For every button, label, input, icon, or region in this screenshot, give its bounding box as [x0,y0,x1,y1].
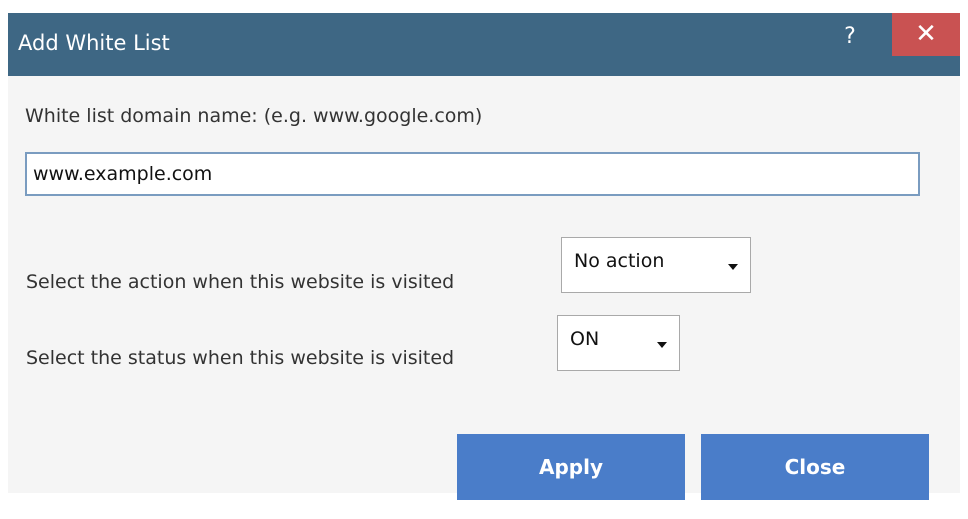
domain-input[interactable] [25,152,920,196]
close-window-button[interactable]: ✕ [892,13,960,56]
chevron-down-icon [657,342,667,348]
chevron-down-icon [728,264,738,270]
action-select[interactable]: No action [561,237,751,293]
action-select-value: No action [574,250,665,272]
status-label: Select the status when this website is v… [26,347,455,369]
close-icon: ✕ [915,19,937,49]
title-bar: Add White List ? ✕ [8,13,960,76]
action-label: Select the action when this website is v… [26,271,455,293]
status-select[interactable]: ON [557,315,680,371]
close-button[interactable]: Close [701,434,929,500]
add-white-list-dialog: Add White List ? ✕ White list domain nam… [8,13,960,500]
domain-label: White list domain name: (e.g. www.google… [25,105,483,127]
apply-button[interactable]: Apply [457,434,685,500]
dialog-title: Add White List [18,31,170,55]
status-select-value: ON [570,328,600,350]
help-button[interactable]: ? [834,17,866,57]
help-icon: ? [844,24,856,49]
